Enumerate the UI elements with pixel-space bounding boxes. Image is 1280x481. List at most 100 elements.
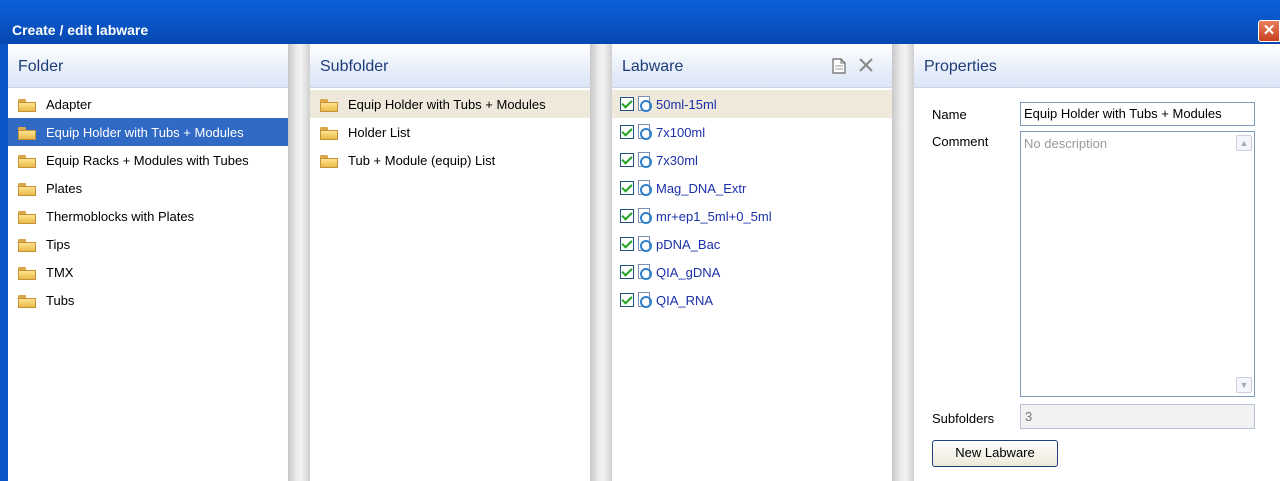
properties-panel-header: Properties — [914, 44, 1280, 88]
folder-item[interactable]: Tubs — [8, 286, 288, 314]
subfolder-item-label: Holder List — [348, 125, 411, 140]
labware-item-label: Mag_DNA_Extr — [656, 181, 747, 196]
subfolder-item[interactable]: Holder List — [310, 118, 590, 146]
folder-icon — [18, 127, 36, 140]
labware-file-icon — [638, 180, 652, 196]
name-label: Name — [932, 107, 967, 122]
folder-item-label: Tubs — [46, 293, 75, 308]
labware-item-label: pDNA_Bac — [656, 237, 721, 252]
folder-item-label: Thermoblocks with Plates — [46, 209, 195, 224]
labware-item[interactable]: mr+ep1_5ml+0_5ml — [612, 202, 892, 230]
labware-file-icon — [638, 264, 652, 280]
labware-item-label: 7x30ml — [656, 153, 698, 168]
labware-checkbox[interactable] — [620, 97, 634, 111]
scroll-up-icon[interactable]: ▲ — [1236, 135, 1252, 151]
subfolder-item-label: Equip Holder with Tubs + Modules — [348, 97, 546, 112]
name-field[interactable]: Equip Holder with Tubs + Modules — [1020, 102, 1255, 126]
labware-checkbox[interactable] — [620, 293, 634, 307]
folder-icon — [18, 295, 36, 308]
subfolder-panel-header: Subfolder — [310, 44, 590, 88]
labware-checkbox[interactable] — [620, 153, 634, 167]
folder-icon — [18, 99, 36, 112]
folder-item-label: Equip Racks + Modules with Tubes — [46, 153, 249, 168]
subfolders-field: 3 — [1020, 404, 1255, 429]
folder-item-label: TMX — [46, 265, 74, 280]
folder-icon — [18, 267, 36, 280]
labware-item-label: QIA_gDNA — [656, 265, 721, 280]
folder-item-label: Plates — [46, 181, 83, 196]
scroll-down-icon[interactable]: ▼ — [1236, 377, 1252, 393]
labware-checkbox[interactable] — [620, 265, 634, 279]
comment-field[interactable]: No description ▲ ▼ — [1020, 131, 1255, 397]
subfolder-item[interactable]: Equip Holder with Tubs + Modules — [310, 90, 590, 118]
new-document-icon[interactable] — [832, 58, 846, 79]
splitter[interactable] — [590, 44, 612, 481]
labware-checkbox[interactable] — [620, 125, 634, 139]
labware-item-label: 7x100ml — [656, 125, 706, 140]
splitter[interactable] — [892, 44, 914, 481]
subfolder-header-label: Subfolder — [320, 58, 389, 75]
folder-icon — [18, 239, 36, 252]
labware-item[interactable]: Mag_DNA_Extr — [612, 174, 892, 202]
folder-icon — [18, 155, 36, 168]
labware-item[interactable]: 50ml-15ml — [612, 90, 892, 118]
subfolder-item-label: Tub + Module (equip) List — [348, 153, 496, 168]
labware-checkbox[interactable] — [620, 209, 634, 223]
labware-item-label: QIA_RNA — [656, 293, 714, 308]
labware-checkbox[interactable] — [620, 181, 634, 195]
close-icon: ✕ — [1262, 22, 1276, 39]
labware-file-icon — [638, 236, 652, 252]
labware-file-icon — [638, 96, 652, 112]
folder-item-label: Equip Holder with Tubs + Modules — [46, 125, 244, 140]
comment-label: Comment — [932, 134, 989, 149]
labware-item[interactable]: QIA_gDNA — [612, 258, 892, 286]
subfolder-list: Equip Holder with Tubs + Modules Holder L… — [310, 88, 590, 481]
labware-item[interactable]: 7x30ml — [612, 146, 892, 174]
folder-item[interactable]: Tips — [8, 230, 288, 258]
new-labware-button[interactable]: New Labware — [932, 440, 1058, 467]
window-frame-left — [0, 44, 8, 481]
folder-item[interactable]: Equip Holder with Tubs + Modules — [8, 118, 288, 146]
close-button[interactable]: ✕ — [1258, 20, 1280, 42]
splitter[interactable] — [288, 44, 310, 481]
delete-icon[interactable] — [858, 57, 874, 78]
folder-icon — [320, 127, 338, 140]
labware-item[interactable]: pDNA_Bac — [612, 230, 892, 258]
labware-file-icon — [638, 208, 652, 224]
folder-icon — [320, 155, 338, 168]
properties-header-label: Properties — [924, 58, 997, 75]
folder-item[interactable]: TMX — [8, 258, 288, 286]
window-title: Create / edit labware — [12, 22, 149, 38]
labware-item-label: mr+ep1_5ml+0_5ml — [656, 209, 772, 224]
labware-item[interactable]: 7x100ml — [612, 118, 892, 146]
folder-list: Adapter Equip Holder with Tubs + Modules E… — [8, 88, 288, 481]
folder-panel-header: Folder — [8, 44, 288, 88]
labware-file-icon — [638, 152, 652, 168]
labware-item-label: 50ml-15ml — [656, 97, 717, 112]
labware-file-icon — [638, 292, 652, 308]
subfolder-panel: Subfolder Equip Holder with Tubs + Modul… — [310, 44, 590, 481]
folder-icon — [18, 211, 36, 224]
properties-panel: Properties Name Equip Holder with Tubs +… — [914, 44, 1280, 481]
window-titlebar: Create / edit labware ✕ — [0, 0, 1280, 44]
folder-item[interactable]: Thermoblocks with Plates — [8, 202, 288, 230]
comment-placeholder: No description — [1024, 136, 1108, 151]
labware-list: 50ml-15ml 7x100ml 7x30ml Mag_DNA_Extr mr+ep1… — [612, 88, 892, 481]
folder-item-label: Adapter — [46, 97, 92, 112]
folder-icon — [320, 99, 338, 112]
folder-item-label: Tips — [46, 237, 71, 252]
folder-item[interactable]: Equip Racks + Modules with Tubes — [8, 146, 288, 174]
folder-item[interactable]: Adapter — [8, 90, 288, 118]
folder-item[interactable]: Plates — [8, 174, 288, 202]
labware-item[interactable]: QIA_RNA — [612, 286, 892, 314]
labware-panel: Labware 50ml-15ml 7x100ml 7x30ml Mag_DNA_Ex… — [612, 44, 892, 481]
folder-icon — [18, 183, 36, 196]
folder-header-label: Folder — [18, 58, 64, 75]
labware-file-icon — [638, 124, 652, 140]
folder-panel: Folder Adapter Equip Holder with Tubs + M… — [8, 44, 288, 481]
subfolders-label: Subfolders — [932, 411, 995, 426]
labware-checkbox[interactable] — [620, 237, 634, 251]
subfolder-item[interactable]: Tub + Module (equip) List — [310, 146, 590, 174]
labware-header-label: Labware — [622, 58, 684, 75]
labware-panel-header: Labware — [612, 44, 892, 88]
